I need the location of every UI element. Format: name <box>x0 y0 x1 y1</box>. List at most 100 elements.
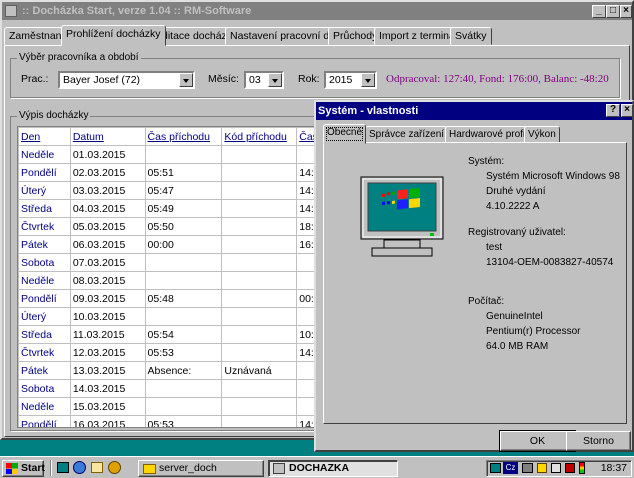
table-row[interactable]: Pondělí 16.03.2015 05:53 14:4 <box>18 415 321 427</box>
table-row[interactable]: Neděle 08.03.2015 <box>18 271 321 290</box>
cell-kod-prichodu[interactable] <box>221 163 298 182</box>
cell-datum[interactable]: 14.03.2015 <box>69 379 146 398</box>
help-button[interactable]: ? <box>606 104 620 117</box>
cell-den[interactable]: Pondělí <box>18 163 71 182</box>
table-row[interactable]: Úterý 03.03.2015 05:47 14:4 <box>18 181 321 200</box>
cell-den[interactable]: Neděle <box>18 397 71 416</box>
table-row[interactable]: Neděle 15.03.2015 <box>18 397 321 416</box>
cell-den[interactable]: Pátek <box>18 235 71 254</box>
cell-kod-prichodu[interactable] <box>221 397 298 416</box>
cell-kod-prichodu[interactable] <box>221 289 298 308</box>
cell-kod-prichodu[interactable]: Uznávaná <box>221 361 298 380</box>
cell-datum[interactable]: 11.03.2015 <box>69 325 146 344</box>
cell-cas-prichodu[interactable]: 05:48 <box>144 289 223 308</box>
maximize-button[interactable]: □ <box>606 5 620 18</box>
tray-sound-icon[interactable] <box>537 463 547 473</box>
cell-kod-prichodu[interactable] <box>221 415 298 427</box>
cell-cas-prichodu[interactable]: 05:53 <box>144 343 223 362</box>
table-row[interactable]: Čtvrtek 12.03.2015 05:53 14:3 <box>18 343 321 362</box>
cell-cas-prichodu[interactable]: 05:54 <box>144 325 223 344</box>
month-select[interactable]: 03 <box>244 71 284 89</box>
cell-cas-prichodu[interactable] <box>144 379 223 398</box>
tray-printer-icon[interactable] <box>565 463 575 473</box>
tab-obecne[interactable]: Obecné <box>323 124 367 144</box>
language-indicator[interactable]: Cz <box>503 462 518 474</box>
tab-hardwarove-profily[interactable]: Hardwarové profily <box>445 126 537 143</box>
cell-den[interactable]: Neděle <box>18 145 71 164</box>
minimize-button[interactable]: _ <box>592 5 606 18</box>
cell-kod-prichodu[interactable] <box>221 325 298 344</box>
cell-kod-prichodu[interactable] <box>221 343 298 362</box>
col-header-den[interactable]: Den <box>18 127 71 146</box>
cell-den[interactable]: Čtvrtek <box>18 217 71 236</box>
cell-den[interactable]: Úterý <box>18 307 71 326</box>
tray-network-icon[interactable] <box>522 463 533 473</box>
dialog-title-bar[interactable]: Systém - vlastnosti <box>316 102 632 120</box>
col-header-kod-prichodu[interactable]: Kód příchodu <box>221 127 298 146</box>
cell-cas-prichodu[interactable]: Absence: <box>144 361 223 380</box>
cell-den[interactable]: Pátek <box>18 361 71 380</box>
tray-scheduler-icon[interactable] <box>551 463 561 473</box>
table-row[interactable]: Pátek 13.03.2015 Absence: Uznávaná <box>18 361 321 380</box>
cell-datum[interactable]: 06.03.2015 <box>69 235 146 254</box>
cell-datum[interactable]: 10.03.2015 <box>69 307 146 326</box>
outlook-express-icon[interactable] <box>91 462 103 473</box>
cell-kod-prichodu[interactable] <box>221 271 298 290</box>
table-row[interactable]: Středa 04.03.2015 05:49 14:4 <box>18 199 321 218</box>
start-button[interactable]: Start <box>2 460 45 477</box>
tab-prohlizeni-dochazky[interactable]: Prohlížení docházky <box>61 25 166 46</box>
cell-den[interactable]: Pondělí <box>18 289 71 308</box>
cell-den[interactable]: Středa <box>18 325 71 344</box>
cell-cas-prichodu[interactable]: 00:00 <box>144 235 223 254</box>
cell-cas-prichodu[interactable] <box>144 271 223 290</box>
tab-svatky[interactable]: Svátky <box>450 27 492 45</box>
cell-den[interactable]: Sobota <box>18 379 71 398</box>
table-row[interactable]: Neděle 01.03.2015 <box>18 145 321 164</box>
desktop-icon[interactable] <box>57 462 69 473</box>
close-button[interactable]: × <box>620 5 632 18</box>
col-header-cas-prichodu[interactable]: Čas příchodu <box>144 127 223 146</box>
chevron-down-icon[interactable] <box>361 73 375 87</box>
table-row[interactable]: Pondělí 02.03.2015 05:51 14:4 <box>18 163 321 182</box>
cell-cas-prichodu[interactable]: 05:47 <box>144 181 223 200</box>
cell-den[interactable]: Neděle <box>18 271 71 290</box>
cell-kod-prichodu[interactable] <box>221 379 298 398</box>
cell-cas-prichodu[interactable] <box>144 397 223 416</box>
cell-kod-prichodu[interactable] <box>221 307 298 326</box>
tab-spravce-zarizeni[interactable]: Správce zařízení <box>365 126 449 143</box>
cell-datum[interactable]: 16.03.2015 <box>69 415 146 427</box>
tray-traffic-light-icon[interactable] <box>579 462 585 474</box>
cell-datum[interactable]: 02.03.2015 <box>69 163 146 182</box>
cell-kod-prichodu[interactable] <box>221 181 298 200</box>
cell-den[interactable]: Úterý <box>18 181 71 200</box>
cell-datum[interactable]: 01.03.2015 <box>69 145 146 164</box>
col-header-datum[interactable]: Datum <box>69 127 146 146</box>
chevron-down-icon[interactable] <box>268 73 282 87</box>
cell-kod-prichodu[interactable] <box>221 145 298 164</box>
internet-explorer-icon[interactable] <box>73 461 86 474</box>
taskbar-button-server-doch[interactable]: server_doch <box>138 460 264 477</box>
ok-button[interactable]: OK <box>499 430 576 452</box>
cell-cas-prichodu[interactable]: 05:49 <box>144 199 223 218</box>
cell-cas-prichodu[interactable]: 05:50 <box>144 217 223 236</box>
cell-kod-prichodu[interactable] <box>221 253 298 272</box>
cell-kod-prichodu[interactable] <box>221 235 298 254</box>
cell-cas-prichodu[interactable] <box>144 145 223 164</box>
main-title-bar[interactable]: :: Docházka Start, verze 1.04 :: RM-Soft… <box>2 2 632 20</box>
cell-den[interactable]: Pondělí <box>18 415 71 427</box>
cell-kod-prichodu[interactable] <box>221 217 298 236</box>
dialog-close-button[interactable]: × <box>621 104 633 117</box>
media-player-icon[interactable] <box>108 461 121 474</box>
taskbar-button-dochazka[interactable]: DOCHAZKA <box>268 460 398 477</box>
cell-cas-prichodu[interactable] <box>144 253 223 272</box>
storno-button[interactable]: Storno <box>566 431 631 451</box>
cell-datum[interactable]: 13.03.2015 <box>69 361 146 380</box>
worker-select[interactable]: Bayer Josef (72) <box>58 71 195 89</box>
cell-datum[interactable]: 04.03.2015 <box>69 199 146 218</box>
cell-den[interactable]: Sobota <box>18 253 71 272</box>
cell-kod-prichodu[interactable] <box>221 199 298 218</box>
cell-cas-prichodu[interactable]: 05:51 <box>144 163 223 182</box>
tab-vykon[interactable]: Výkon <box>524 126 560 143</box>
year-select[interactable]: 2015 <box>324 71 377 89</box>
cell-cas-prichodu[interactable]: 05:53 <box>144 415 223 427</box>
